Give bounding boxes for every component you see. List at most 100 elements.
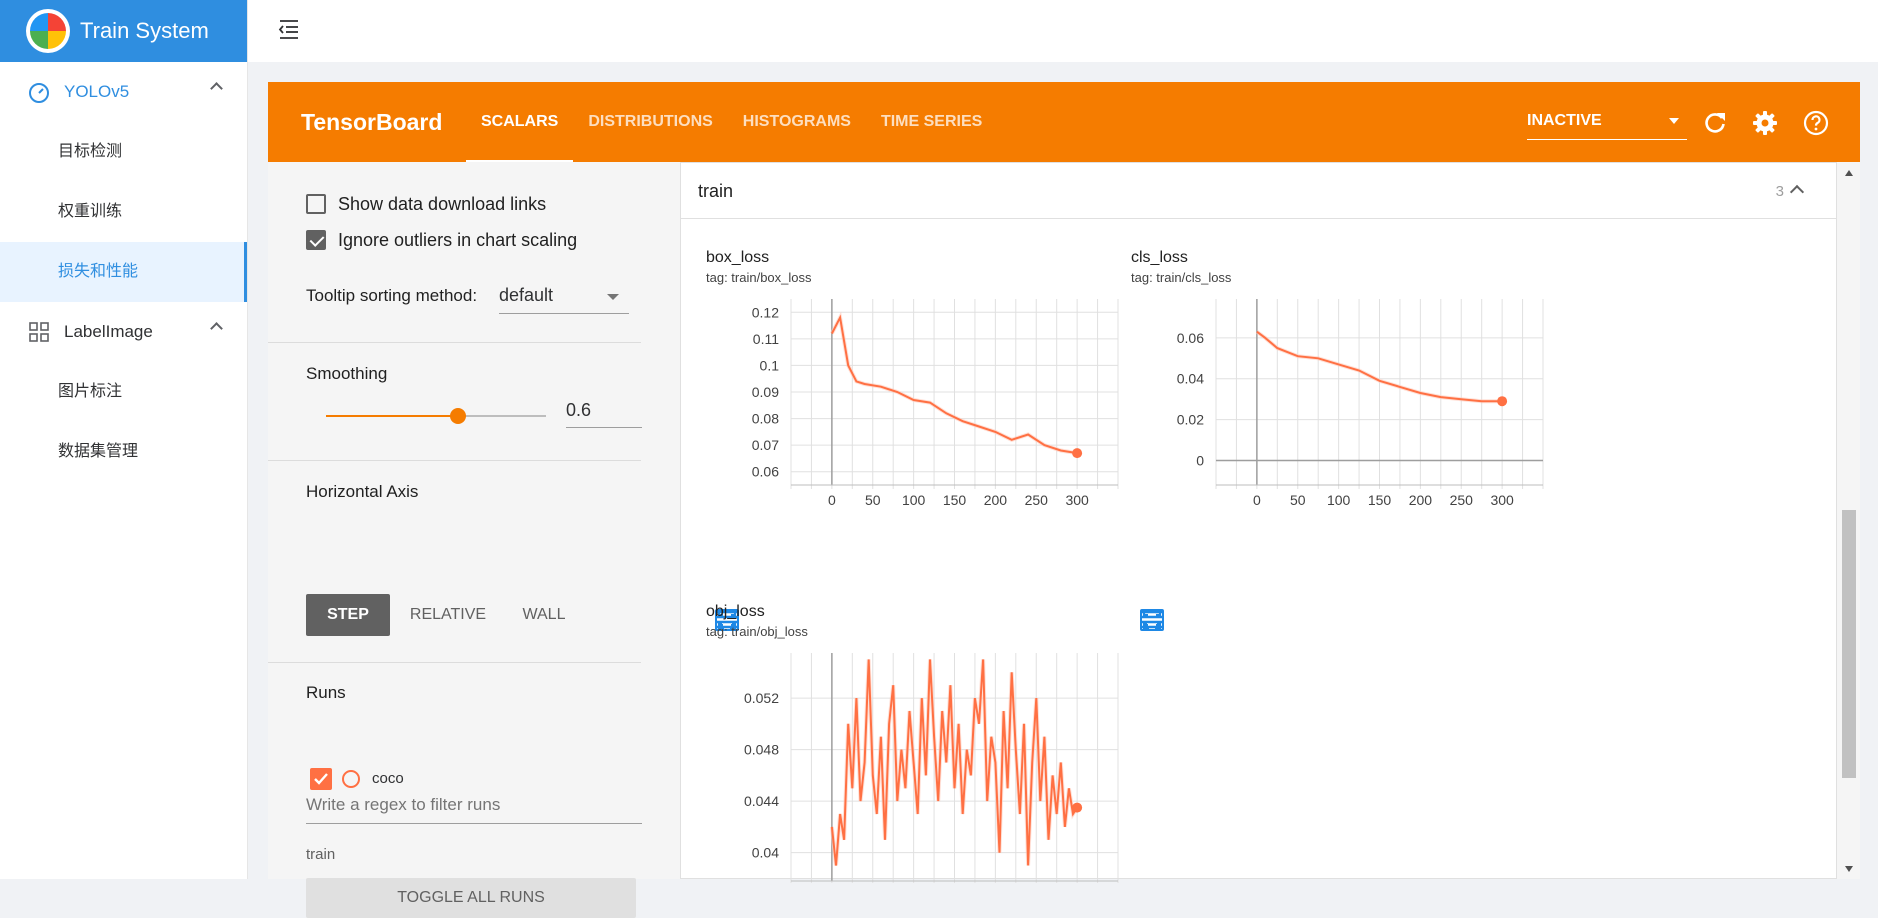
- axis-step-button[interactable]: STEP: [306, 594, 390, 636]
- fit-domain-icon[interactable]: [1140, 567, 1245, 631]
- tab-scalars[interactable]: SCALARS: [465, 82, 574, 162]
- menu-item-image-annotation[interactable]: 图片标注: [0, 362, 247, 422]
- chevron-up-icon[interactable]: [1789, 184, 1805, 200]
- tab-histograms[interactable]: HISTOGRAMS: [743, 82, 851, 162]
- chart-group-header[interactable]: train 3: [681, 163, 1836, 219]
- chevron-up-icon[interactable]: [210, 82, 223, 95]
- divider: [268, 662, 641, 663]
- series-last-point: [1072, 448, 1083, 459]
- smoothing-slider-fill: [326, 415, 458, 417]
- axis-wall-button[interactable]: WALL: [502, 594, 586, 636]
- ignore-outliers-checkbox[interactable]: [306, 230, 326, 250]
- smoothing-slider[interactable]: [326, 408, 546, 424]
- y-tick-label: 0.1: [760, 357, 780, 373]
- x-tick-label: 300: [1065, 492, 1089, 508]
- fullscreen-icon[interactable]: [1139, 567, 1165, 630]
- menu-group-yolov5[interactable]: YOLOv5: [0, 62, 247, 122]
- tooltip-sort-value: default: [499, 285, 554, 305]
- tab-time-series[interactable]: TIME SERIES: [881, 82, 982, 162]
- smoothing-slider-thumb[interactable]: [450, 408, 466, 424]
- y-tick-label: 0.06: [752, 464, 779, 480]
- chart-group-title: train: [698, 181, 734, 201]
- download-links-label: Show data download links: [338, 194, 547, 214]
- fullscreen-icon[interactable]: [714, 567, 740, 630]
- y-tick-label: 0.06: [1177, 330, 1204, 346]
- chart-title: box_loss: [706, 249, 770, 266]
- y-tick-label: 0.02: [1177, 412, 1204, 428]
- chart-title: cls_loss: [1131, 249, 1188, 266]
- gear-icon[interactable]: [1752, 110, 1778, 136]
- series-last-point: [1072, 802, 1083, 813]
- menu-item-weight-training[interactable]: 权重训练: [0, 182, 247, 242]
- x-tick-label: 250: [1025, 492, 1049, 508]
- run-coco-checkbox[interactable]: [310, 768, 332, 790]
- status-value: INACTIVE: [1527, 112, 1602, 129]
- collapse-menu-icon[interactable]: [278, 18, 300, 40]
- log-scale-icon[interactable]: [1141, 567, 1205, 629]
- smoothing-input[interactable]: 0.6: [566, 396, 642, 428]
- menu-group-label: LabelImage: [64, 322, 153, 341]
- settings-panel: Show data download links Ignore outliers…: [268, 162, 680, 918]
- x-tick-label: 0: [828, 492, 836, 508]
- series-last-point: [1497, 396, 1508, 407]
- tab-distributions[interactable]: DISTRIBUTIONS: [588, 82, 712, 162]
- log-scale-icon[interactable]: [716, 567, 780, 629]
- download-links-checkbox[interactable]: [306, 194, 326, 214]
- run-filter-input[interactable]: Write a regex to filter runs: [306, 790, 642, 824]
- y-tick-label: 0.04: [752, 845, 779, 861]
- menu-group-labelimage[interactable]: LabelImage: [0, 302, 247, 362]
- x-tick-label: 150: [1368, 492, 1392, 508]
- y-tick-label: 0.048: [744, 742, 779, 758]
- page-scrollbar[interactable]: [1840, 164, 1858, 879]
- menu-item-loss-performance[interactable]: 损失和性能: [0, 242, 247, 302]
- fit-domain-icon[interactable]: [715, 567, 820, 631]
- y-tick-label: 0.044: [744, 793, 779, 809]
- chart-title: obj_loss: [706, 603, 765, 620]
- refresh-icon[interactable]: [1702, 110, 1728, 136]
- x-tick-label: 50: [865, 492, 881, 508]
- chart-box-loss: box_loss tag: train/box_loss 0.06 0.07 0.0…: [706, 249, 1126, 631]
- chart-toolbar: [714, 567, 834, 631]
- chart-tag: tag: train/obj_loss: [706, 624, 808, 639]
- chart-plot[interactable]: 0.06 0.07 0.08 0.09 0.1 0.11 0.12 0 50 100 150 200 2…: [706, 289, 1126, 529]
- app-brand[interactable]: Train System: [0, 0, 247, 62]
- help-icon[interactable]: [1803, 110, 1829, 136]
- y-tick-label: 0.052: [744, 690, 779, 706]
- tooltip-sort-label: Tooltip sorting method:: [306, 286, 478, 305]
- y-tick-label: 0.07: [752, 437, 779, 453]
- dashboard-icon: [28, 81, 50, 103]
- toggle-all-runs-button[interactable]: TOGGLE ALL RUNS: [306, 878, 636, 918]
- run-group-label: train: [306, 846, 336, 863]
- smoothing-label: Smoothing: [306, 364, 388, 383]
- chart-group-card: train 3 box_loss tag: train/box_loss 0.0…: [680, 162, 1837, 883]
- y-tick-label: 0: [1196, 452, 1204, 468]
- x-tick-label: 0: [1253, 492, 1261, 508]
- x-tick-label: 200: [984, 492, 1008, 508]
- menu-item-dataset-management[interactable]: 数据集管理: [0, 422, 247, 482]
- menu-item-detect[interactable]: 目标检测: [0, 122, 247, 182]
- y-tick-label: 0.11: [753, 331, 779, 347]
- app-logo: [26, 9, 70, 53]
- y-tick-label: 0.04: [1177, 371, 1204, 387]
- run-coco-color-icon[interactable]: [342, 770, 360, 788]
- scrollbar-thumb[interactable]: [1842, 510, 1856, 778]
- x-tick-label: 250: [1450, 492, 1474, 508]
- app-title: Train System: [80, 18, 209, 43]
- tensorboard-frame: TensorBoard SCALARS DISTRIBUTIONS HISTOG…: [268, 82, 1860, 918]
- axis-relative-button[interactable]: RELATIVE: [406, 594, 490, 636]
- chart-toolbar: [1139, 567, 1259, 631]
- y-tick-label: 0.08: [752, 411, 779, 427]
- chart-plot[interactable]: 0.04 0.044 0.048 0.052: [706, 643, 1126, 883]
- chart-group-count: 3: [1775, 183, 1784, 200]
- chart-cls-loss: cls_loss tag: train/cls_loss 0 0.02 0.04 0.…: [1131, 249, 1551, 631]
- ignore-outliers-label: Ignore outliers in chart scaling: [338, 230, 578, 250]
- chevron-up-icon[interactable]: [210, 322, 223, 335]
- chart-plot[interactable]: 0 0.02 0.04 0.06 0 50 100 150 200 250 300: [1131, 289, 1551, 529]
- y-tick-label: 0.12: [752, 304, 779, 320]
- y-tick-label: 0.09: [752, 384, 779, 400]
- status-select[interactable]: INACTIVE: [1527, 106, 1687, 140]
- x-tick-label: 300: [1490, 492, 1514, 508]
- tooltip-sort-select[interactable]: default: [499, 280, 629, 314]
- chart-obj-loss: obj_loss tag: train/obj_loss 0.04 0.044 0.…: [706, 603, 1126, 883]
- horizontal-axis-label: Horizontal Axis: [306, 482, 419, 501]
